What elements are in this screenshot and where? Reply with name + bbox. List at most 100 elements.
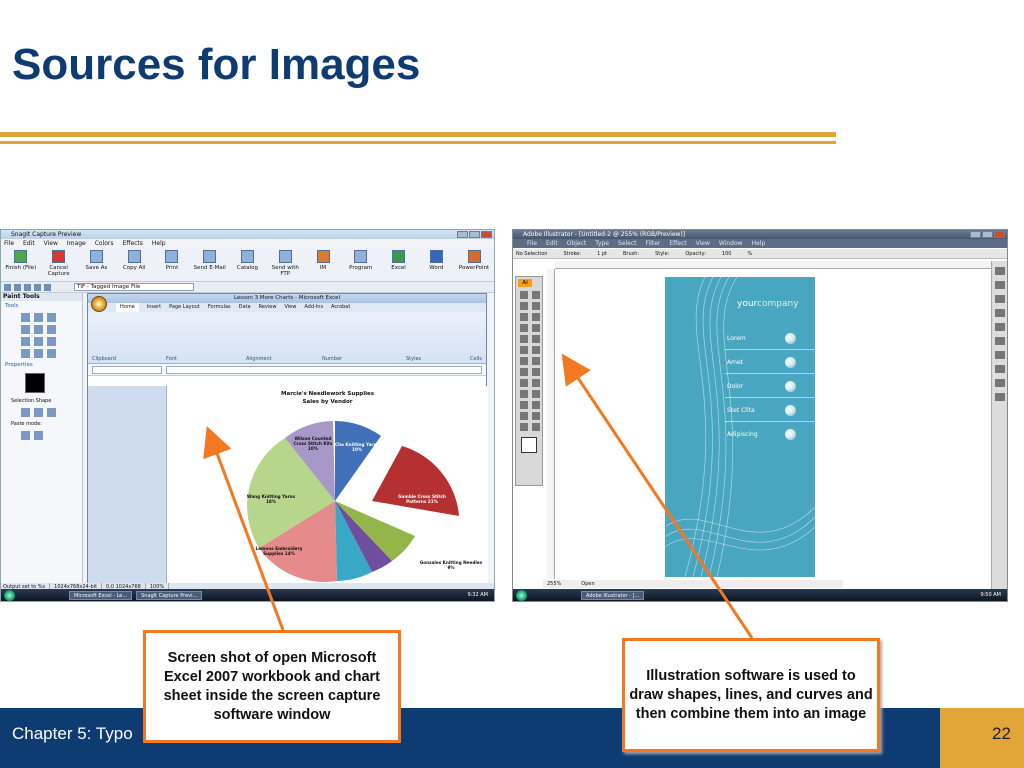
tab-view[interactable]: View (284, 303, 296, 312)
im-button[interactable]: IM (306, 250, 340, 279)
color-panel-icon[interactable] (995, 267, 1005, 275)
program-button[interactable]: Program (344, 250, 378, 279)
layers-panel-icon[interactable] (995, 393, 1005, 401)
maximize-button[interactable] (469, 231, 480, 238)
swatches-panel-icon[interactable] (995, 281, 1005, 289)
selection-tool-icon[interactable] (520, 291, 528, 299)
ai-menu-effect[interactable]: Effect (669, 239, 686, 248)
menu-edit[interactable]: Edit (23, 239, 35, 248)
menu-help[interactable]: Help (152, 239, 166, 248)
formula-input[interactable] (166, 365, 482, 374)
rotate-tool-icon[interactable] (520, 346, 528, 354)
live-paint-tool-icon[interactable] (520, 401, 528, 409)
finish-button[interactable]: Finish (File) (4, 250, 38, 279)
fill-swatch[interactable] (521, 437, 537, 453)
paste-mode-2-icon[interactable] (34, 431, 43, 440)
send-ftp-button[interactable]: Send with FTP (268, 250, 302, 279)
graphic-styles-panel-icon[interactable] (995, 379, 1005, 387)
ellipse-shape-icon[interactable] (34, 408, 43, 417)
ai-menu-object[interactable]: Object (567, 239, 587, 248)
excel-button[interactable]: Excel (382, 250, 416, 279)
ai-menu-edit[interactable]: Edit (546, 239, 558, 248)
type-tool-icon[interactable] (532, 313, 540, 321)
appearance-panel-icon[interactable] (995, 365, 1005, 373)
print-button[interactable]: Print (155, 250, 189, 279)
freehand-shape-icon[interactable] (47, 408, 56, 417)
tab-home[interactable]: Home (116, 303, 139, 312)
catalog-button[interactable]: Catalog (231, 250, 265, 279)
ai-minimize-button[interactable] (970, 231, 981, 238)
file-type-select[interactable]: TIF - Tagged Image File (74, 283, 194, 291)
symbol-sprayer-tool-icon[interactable] (520, 368, 528, 376)
copy-all-button[interactable]: Copy All (117, 250, 151, 279)
mesh-tool-icon[interactable] (520, 379, 528, 387)
ai-menu-type[interactable]: Type (595, 239, 609, 248)
powerpoint-button[interactable]: PowerPoint (457, 250, 491, 279)
symbols-panel-icon[interactable] (995, 309, 1005, 317)
menu-view[interactable]: View (44, 239, 58, 248)
gradient-panel-icon[interactable] (995, 337, 1005, 345)
menu-file[interactable]: File (4, 239, 14, 248)
ai-menu-filter[interactable]: Filter (646, 239, 661, 248)
office-button[interactable] (91, 296, 107, 312)
tab-review[interactable]: Review (259, 303, 277, 312)
stroke-panel-icon[interactable] (995, 323, 1005, 331)
minimize-button[interactable] (457, 231, 468, 238)
taskbar-illustrator[interactable]: Adobe Illustrator - [... (581, 590, 645, 600)
paste-mode-1-icon[interactable] (21, 431, 30, 440)
brushes-panel-icon[interactable] (995, 295, 1005, 303)
tab-insert[interactable]: Insert (147, 303, 161, 312)
graph-tool-icon[interactable] (532, 368, 540, 376)
menu-colors[interactable]: Colors (95, 239, 114, 248)
ai-maximize-button[interactable] (982, 231, 993, 238)
close-button[interactable] (481, 231, 492, 238)
line-tool-icon[interactable] (34, 325, 43, 334)
pencil-tool-icon[interactable] (532, 335, 540, 343)
save-as-button[interactable]: Save As (80, 250, 114, 279)
artboard[interactable]: yourcompany Lorem Amet Dolor Stet Clita … (665, 277, 815, 577)
menu-image[interactable]: Image (67, 239, 86, 248)
pen-tool-icon[interactable] (520, 313, 528, 321)
color-swatch[interactable] (25, 373, 45, 393)
magnifier-tool-icon[interactable] (34, 313, 43, 322)
redo-icon[interactable] (34, 283, 41, 291)
taskbar-excel[interactable]: Microsoft Excel - Le... (69, 590, 133, 600)
tab-acrobat[interactable]: Acrobat (331, 303, 350, 312)
free-transform-tool-icon[interactable] (532, 357, 540, 365)
start-button[interactable] (4, 589, 15, 601)
fill-tool-icon[interactable] (21, 349, 30, 358)
tab-add-ins[interactable]: Add-Ins (304, 303, 323, 312)
blend-tool-icon[interactable] (532, 390, 540, 398)
gradient-tool-icon[interactable] (532, 379, 540, 387)
ai-zoom-level[interactable]: 255% (547, 580, 561, 588)
ai-menu-view[interactable]: View (696, 239, 710, 248)
highlighter-tool-icon[interactable] (34, 337, 43, 346)
tab-page-layout[interactable]: Page Layout (169, 303, 200, 312)
warp-tool-icon[interactable] (520, 357, 528, 365)
taskbar-snagit[interactable]: SnagIt Capture Previ... (136, 590, 203, 600)
chart-sheet[interactable]: Marcie's Needlework Supplies Sales by Ve… (166, 386, 488, 584)
transparency-panel-icon[interactable] (995, 351, 1005, 359)
opacity-value[interactable]: 100 (722, 249, 732, 258)
ai-menu-window[interactable]: Window (719, 239, 743, 248)
zoom-in-icon[interactable] (4, 283, 11, 291)
cancel-capture-button[interactable]: Cancel Capture (42, 250, 76, 279)
blur-tool-icon[interactable] (34, 349, 43, 358)
rectangle-tool-icon[interactable] (532, 324, 540, 332)
rect-shape-icon[interactable] (21, 408, 30, 417)
ai-menu-help[interactable]: Help (752, 239, 766, 248)
line-tool-icon[interactable] (520, 324, 528, 332)
arrow-tool-icon[interactable] (47, 325, 56, 334)
send-email-button[interactable]: Send E-Mail (193, 250, 227, 279)
eraser-tool-icon[interactable] (532, 412, 540, 420)
start-button[interactable] (516, 589, 527, 601)
selection-tool-icon[interactable] (21, 313, 30, 322)
tab-data[interactable]: Data (239, 303, 251, 312)
ai-close-button[interactable] (994, 231, 1005, 238)
pen-tool-icon[interactable] (21, 325, 30, 334)
direct-selection-tool-icon[interactable] (532, 291, 540, 299)
paintbrush-tool-icon[interactable] (520, 335, 528, 343)
undo-icon[interactable] (24, 283, 31, 291)
tab-formulas[interactable]: Formulas (208, 303, 231, 312)
crop-tool-icon[interactable] (532, 401, 540, 409)
